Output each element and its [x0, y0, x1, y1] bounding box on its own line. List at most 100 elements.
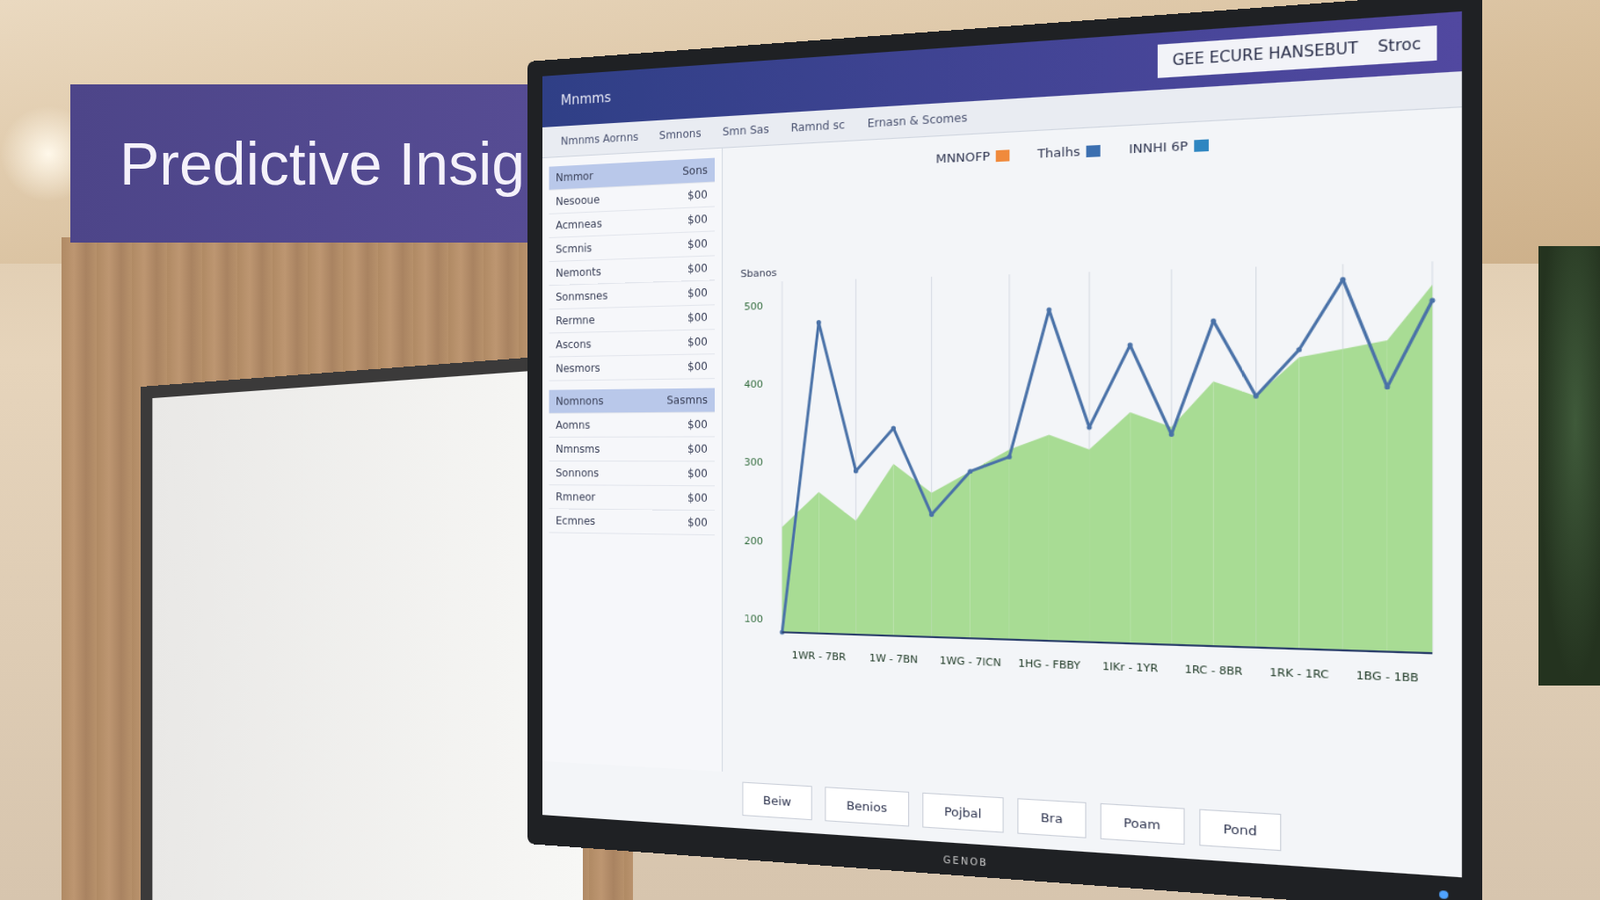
table-row[interactable]: Ecmnes$00: [549, 509, 716, 536]
table-row[interactable]: Nesmors $00: [549, 354, 716, 381]
legend-item: INNHI 6P: [1128, 137, 1209, 156]
table-cell: Nesooue: [555, 193, 600, 208]
line-segment: [1089, 345, 1130, 429]
table-cell: $00: [687, 286, 708, 300]
data-point[interactable]: [1339, 276, 1346, 283]
toolbar-item[interactable]: Ramnd sc: [790, 118, 845, 135]
data-point[interactable]: [1127, 342, 1134, 349]
x-tick: 1RC - 8BR: [1184, 662, 1244, 679]
axis-title: Sbanos: [740, 266, 778, 280]
legend-label: MNNOFP: [935, 148, 990, 166]
table-cell: Aomns: [555, 419, 590, 432]
toolbar-item[interactable]: Smn Sas: [722, 123, 770, 139]
table-row[interactable]: Sonnons$00: [549, 461, 716, 487]
table-section: NmmorSonsNesooue$00Acmneas$00Scmnis$00Ne…: [549, 158, 716, 382]
table-row[interactable]: Rmneor$00: [549, 485, 716, 511]
data-point[interactable]: [853, 468, 859, 473]
nav-link[interactable]: Mnmms: [560, 89, 611, 110]
x-tick: 1WR - 7BR: [792, 648, 847, 663]
x-axis: [782, 632, 1433, 654]
table-row[interactable]: Rermne$00: [549, 305, 716, 334]
area-segment: [1089, 412, 1130, 644]
plant: [1538, 246, 1600, 686]
data-point[interactable]: [816, 320, 822, 325]
action-button[interactable]: Pond: [1199, 808, 1282, 851]
area-segment: [1048, 435, 1090, 643]
table-cell: $00: [687, 188, 708, 203]
table-cell: $00: [687, 360, 708, 374]
table-header: NomnonsSasmns: [549, 387, 716, 414]
line-segment: [1256, 349, 1300, 397]
table-row[interactable]: Aomns $00: [549, 412, 716, 437]
table-row[interactable]: Scmnis$00: [549, 231, 716, 262]
area-segment: [1009, 435, 1049, 641]
data-point[interactable]: [967, 469, 974, 474]
line-series: [779, 274, 1435, 656]
data-point[interactable]: [1384, 385, 1390, 391]
x-tick: 1RK - 1RC: [1269, 665, 1329, 682]
table-row[interactable]: Nemonts$00: [549, 255, 716, 286]
table-cell: $00: [687, 418, 708, 432]
area-segment: [818, 492, 856, 635]
screen: Mnmms GEE ECURE HANSEBUT Stroc Nmnms Aornns…: [542, 11, 1462, 878]
legend-label: INNHI 6P: [1128, 138, 1188, 156]
action-button[interactable]: Bra: [1018, 798, 1086, 838]
area-segment: [782, 492, 820, 634]
action-button[interactable]: Beiw: [741, 782, 812, 822]
action-button[interactable]: Benios: [825, 786, 910, 827]
table-cell: $00: [687, 516, 708, 530]
table-cell: $00: [687, 311, 708, 325]
line-segment: [782, 322, 820, 634]
data-point[interactable]: [1169, 432, 1175, 438]
table-section: NomnonsSasmnsAomns$00Nmnsms$00Sonnons$00…: [549, 387, 716, 536]
table-row[interactable]: Nmnsms$00: [549, 436, 716, 462]
legend-swatch: [1193, 138, 1209, 152]
line-segment: [970, 457, 1011, 473]
dashboard-body: NmmorSonsNesooue$00Acmneas$00Scmnis$00Ne…: [542, 107, 1462, 815]
legend-item: MNNOFP: [935, 147, 1010, 167]
y-tick: 500: [743, 299, 764, 313]
data-point[interactable]: [1086, 424, 1092, 430]
data-point[interactable]: [1210, 318, 1216, 324]
toolbar-item[interactable]: Smnons: [659, 126, 702, 142]
line-segment: [856, 428, 895, 472]
table-cell: Sonnons: [555, 466, 599, 480]
data-point[interactable]: [1006, 454, 1012, 459]
data-point[interactable]: [1429, 298, 1435, 304]
table-row[interactable]: Ascons$00: [549, 329, 716, 357]
data-point[interactable]: [929, 512, 934, 517]
area-segment: [1213, 380, 1256, 648]
data-point[interactable]: [891, 425, 896, 430]
header-action[interactable]: Stroc: [1377, 35, 1421, 57]
legend-label: Thalhs: [1037, 144, 1081, 161]
header-cell: Nmmor: [555, 169, 594, 184]
data-point[interactable]: [1046, 307, 1052, 313]
toolbar-item[interactable]: Ernasn & Scomes: [867, 110, 968, 131]
table-cell: $00: [687, 212, 708, 226]
table-row[interactable]: Sonmsnes$00: [549, 280, 716, 310]
area-segment: [1343, 340, 1389, 652]
table-cell: $00: [687, 491, 708, 505]
line-chart: Sbanos5004003002001001WR - 7BR1W - 7BN1W…: [736, 146, 1444, 810]
area-segment: [1129, 412, 1171, 646]
data-point[interactable]: [1253, 393, 1259, 400]
area-segment: [893, 464, 931, 638]
monitor: Mnmms GEE ECURE HANSEBUT Stroc Nmnms Aornns…: [527, 0, 1483, 900]
action-button[interactable]: Poam: [1099, 803, 1185, 845]
action-button[interactable]: Pojbal: [922, 792, 1004, 834]
line-segment: [1213, 320, 1256, 397]
x-tick: 1IKr - 1YR: [1102, 660, 1159, 676]
y-tick: 300: [743, 456, 764, 469]
area-segment: [931, 471, 971, 639]
data-point[interactable]: [1296, 347, 1302, 353]
table-cell: Nesmors: [555, 362, 601, 376]
line-segment: [1299, 279, 1344, 350]
header-nav: Mnmms: [560, 89, 611, 110]
area-segment: [1387, 284, 1433, 654]
table-row[interactable]: Acmneas$00: [549, 206, 716, 239]
line-segment: [1129, 344, 1171, 436]
header-title: GEE ECURE HANSEBUT: [1172, 38, 1359, 69]
toolbar-item[interactable]: Nmnms Aornns: [560, 130, 639, 148]
line-segment: [1009, 309, 1049, 457]
monitor-brand: GENOB: [943, 854, 989, 869]
